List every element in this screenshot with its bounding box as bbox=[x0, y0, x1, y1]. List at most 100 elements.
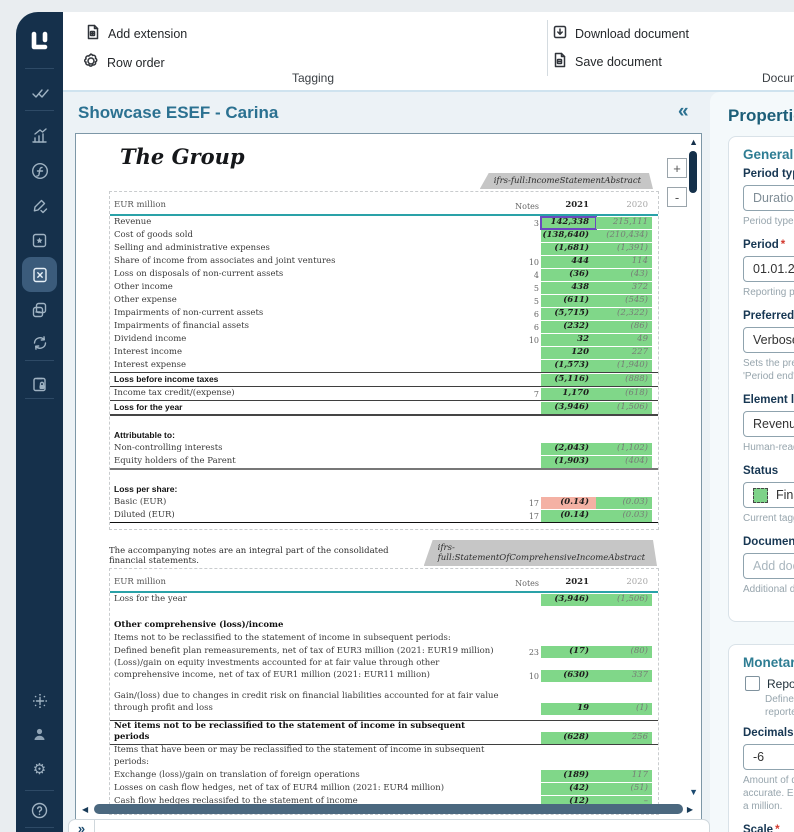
fact-cell-2020[interactable]: 337 bbox=[596, 670, 652, 682]
fact-cell-2020[interactable]: (51) bbox=[596, 783, 652, 795]
reported-as-nil-checkbox[interactable] bbox=[745, 676, 760, 691]
vertical-scrollbar-thumb[interactable] bbox=[689, 151, 697, 193]
fact-cell-2020[interactable]: (888) bbox=[596, 374, 652, 386]
col-eur-million: EUR million bbox=[110, 200, 499, 212]
documentation-input[interactable]: Add documentation bbox=[743, 553, 794, 579]
fact-cell-2020[interactable]: (2,322) bbox=[596, 308, 652, 320]
table-row: Loss for the year(3,946)(1,506) bbox=[110, 401, 658, 416]
fact-cell-2020[interactable]: (1,940) bbox=[596, 360, 652, 372]
period-type-input[interactable]: Duration bbox=[743, 185, 794, 211]
ifrs-tag-badge[interactable]: ifrs-full:IncomeStatementAbstract bbox=[480, 173, 653, 189]
fact-cell-2021[interactable]: (1,903) bbox=[541, 456, 596, 468]
row-label: Loss per share: bbox=[110, 484, 499, 496]
fact-cell-2020[interactable]: (404) bbox=[596, 456, 652, 468]
status-input[interactable]: Final bbox=[743, 482, 794, 508]
fact-cell-2021[interactable]: 32 bbox=[541, 334, 596, 346]
fact-cell-2020[interactable]: (86) bbox=[596, 321, 652, 333]
fact-cell-2020[interactable]: (1,102) bbox=[596, 443, 652, 455]
row-label: Impairments of financial assets bbox=[110, 321, 499, 333]
tagged-table-icon[interactable] bbox=[22, 257, 57, 292]
row-order-button[interactable]: Row order bbox=[82, 52, 165, 73]
fact-cell-2021[interactable]: (630) bbox=[541, 670, 596, 682]
element-label-input[interactable]: Revenue bbox=[743, 411, 794, 437]
fact-cell-2021[interactable]: (0.14) bbox=[541, 497, 596, 509]
copy-minus-icon[interactable] bbox=[27, 297, 52, 322]
fact-cell-2020[interactable]: (1,506) bbox=[596, 594, 652, 606]
gear-icon[interactable]: ⚙ bbox=[27, 757, 52, 782]
bar-chart-icon[interactable] bbox=[27, 123, 52, 148]
fact-cell-2020[interactable]: 49 bbox=[596, 334, 652, 346]
fact-cell-2021[interactable]: 438 bbox=[541, 282, 596, 294]
edit-check-icon[interactable] bbox=[27, 193, 52, 218]
row-note: 3 bbox=[499, 218, 541, 229]
fact-cell-2020[interactable]: (43) bbox=[596, 269, 652, 281]
fact-cell-2020[interactable]: 215,111 bbox=[596, 217, 652, 229]
fact-cell-2020[interactable]: 117 bbox=[596, 770, 652, 782]
fact-cell-2020[interactable]: (80) bbox=[596, 646, 652, 658]
fact-cell-2021[interactable]: 444 bbox=[541, 256, 596, 268]
fact-cell-2021[interactable]: (189) bbox=[541, 770, 596, 782]
fact-cell-2021[interactable]: (138,640) bbox=[541, 230, 596, 242]
fact-cell-2021[interactable]: (3,946) bbox=[541, 594, 596, 606]
fact-cell-2021[interactable]: (5,116) bbox=[541, 374, 596, 386]
fact-cell-2020[interactable]: (210,434) bbox=[596, 230, 652, 242]
zoom-in-button[interactable]: + bbox=[667, 158, 687, 178]
fact-cell-2020[interactable]: 114 bbox=[596, 256, 652, 268]
fact-cell-2021[interactable]: (611) bbox=[541, 295, 596, 307]
fact-cell-2020[interactable]: (0.03) bbox=[596, 497, 652, 509]
fact-cell-2020[interactable]: (545) bbox=[596, 295, 652, 307]
fact-cell-2021[interactable]: (5,715) bbox=[541, 308, 596, 320]
scroll-left-arrow[interactable]: ◀ bbox=[82, 805, 88, 814]
properties-title: Properties bbox=[728, 106, 794, 126]
horizontal-scrollbar-thumb[interactable] bbox=[94, 804, 683, 814]
scroll-right-arrow[interactable]: ▶ bbox=[687, 805, 693, 814]
decimals-input[interactable]: -6 bbox=[743, 744, 794, 770]
fact-cell-2020[interactable]: (1) bbox=[596, 703, 652, 715]
fact-cell-2020[interactable]: (1,391) bbox=[596, 243, 652, 255]
fact-cell-2020[interactable]: 372 bbox=[596, 282, 652, 294]
double-check-icon[interactable] bbox=[27, 80, 52, 105]
user-icon[interactable] bbox=[27, 722, 52, 747]
field-label: Decimals* bbox=[743, 727, 794, 739]
fact-cell-2021[interactable]: (1,681) bbox=[541, 243, 596, 255]
fact-cell-2021[interactable]: 142,338 bbox=[541, 217, 596, 229]
fact-cell-2021[interactable]: (0.14) bbox=[541, 510, 596, 522]
download-document-button[interactable]: Download document bbox=[552, 24, 689, 43]
zoom-out-button[interactable]: - bbox=[667, 187, 687, 207]
clipboard-lock-icon[interactable] bbox=[27, 372, 52, 397]
fact-cell-2020[interactable]: (1,506) bbox=[596, 402, 652, 414]
bookmark-star-icon[interactable] bbox=[27, 228, 52, 253]
help-icon[interactable] bbox=[27, 798, 52, 823]
fact-cell-2020[interactable]: (618) bbox=[596, 388, 652, 400]
fact-cell-2020[interactable]: 227 bbox=[596, 347, 652, 359]
ifrs-tag-badge[interactable]: ifrs-full:StatementOfComprehensiveIncome… bbox=[424, 540, 657, 566]
expand-bottom-panel-button[interactable]: » bbox=[69, 820, 95, 832]
fact-cell-2021[interactable]: (628) bbox=[541, 732, 596, 744]
fact-cell-2021[interactable]: 19 bbox=[541, 703, 596, 715]
horizontal-scrollbar[interactable]: ◀ ▶ bbox=[82, 804, 685, 815]
period-input[interactable]: 01.01.2021 - 31.12.2021 bbox=[743, 256, 794, 282]
fact-cell-2021[interactable]: 1,170 bbox=[541, 388, 596, 400]
field-label: Period* bbox=[743, 239, 794, 251]
scroll-up-arrow[interactable]: ▲ bbox=[689, 137, 698, 147]
fact-cell-2020[interactable]: 256 bbox=[596, 732, 652, 744]
fact-cell-2021[interactable]: (2,043) bbox=[541, 443, 596, 455]
fact-cell-2021[interactable]: (232) bbox=[541, 321, 596, 333]
fact-cell-2021[interactable]: (1,573) bbox=[541, 360, 596, 372]
collapse-panel-icon[interactable]: « bbox=[678, 101, 689, 123]
save-document-button[interactable]: Save document bbox=[552, 52, 662, 71]
fact-cell-2021[interactable]: (36) bbox=[541, 269, 596, 281]
fact-cell-2021[interactable]: (42) bbox=[541, 783, 596, 795]
sync-arrows-icon[interactable] bbox=[27, 330, 52, 355]
fact-cell-2021[interactable]: (17) bbox=[541, 646, 596, 658]
fact-cell-2021[interactable]: (3,946) bbox=[541, 402, 596, 414]
fact-cell-2021[interactable]: 120 bbox=[541, 347, 596, 359]
add-extension-button[interactable]: Add extension bbox=[85, 24, 187, 43]
function-circle-icon[interactable] bbox=[27, 158, 52, 183]
preferred-label-input[interactable]: Verbose bbox=[743, 327, 794, 353]
scroll-down-arrow[interactable]: ▼ bbox=[689, 787, 698, 797]
document-viewer[interactable]: The Group ifrs-full:IncomeStatementAbstr… bbox=[75, 133, 702, 820]
sidebar: ⚙ » bbox=[16, 12, 63, 832]
fact-cell-2020[interactable]: (0.03) bbox=[596, 510, 652, 522]
sparkle-icon[interactable] bbox=[27, 688, 52, 713]
